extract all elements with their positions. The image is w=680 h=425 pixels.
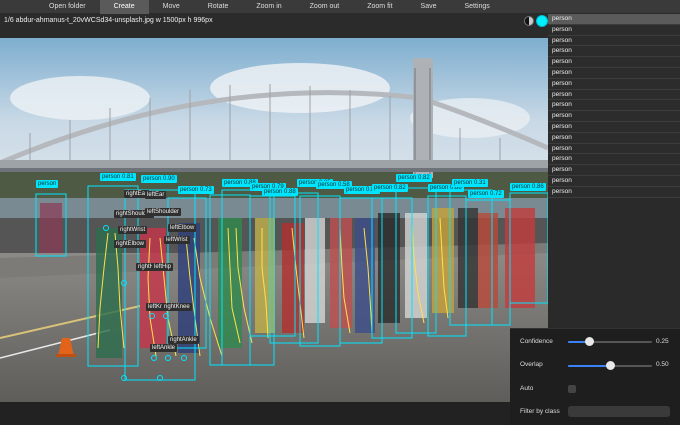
detection-label: person 0.72	[468, 190, 504, 198]
class-list-item[interactable]: person	[548, 121, 680, 133]
confidence-label: Confidence	[520, 338, 553, 345]
class-list-item[interactable]: person	[548, 57, 680, 68]
contrast-icon[interactable]	[524, 16, 534, 26]
detection-label: person 0.86	[510, 183, 546, 191]
keypoint-label: rightWrist	[118, 226, 148, 234]
class-list-item[interactable]: person	[548, 46, 680, 58]
detection-label: person 0.31	[452, 179, 488, 187]
label-color-icon[interactable]	[536, 15, 548, 27]
detection-controls-panel: Confidence 0.25 Overlap 0.50 Auto Filter…	[510, 328, 680, 425]
file-name-label: 1/6 abdur-ahmanus-t_20vWCSd34-unsplash.j…	[4, 17, 213, 24]
class-list-item[interactable]: person	[548, 78, 680, 90]
class-list-item[interactable]: person	[548, 24, 680, 36]
class-list-item[interactable]: person	[548, 175, 680, 187]
detection-label: person 0.73	[178, 186, 214, 194]
auto-label: Auto	[520, 385, 534, 392]
keypoint-label: rightAnkle	[168, 336, 199, 344]
rotate-button[interactable]: Rotate	[194, 0, 243, 14]
class-list-item[interactable]: person	[548, 100, 680, 112]
settings-button[interactable]: Settings	[451, 0, 504, 14]
class-list-item[interactable]: person	[548, 132, 680, 144]
detection-label: person 0.82	[372, 184, 408, 192]
auto-checkbox[interactable]	[568, 385, 576, 393]
filter-by-class-input[interactable]	[568, 406, 670, 417]
zoom-in-button[interactable]: Zoom in	[242, 0, 295, 14]
class-list-item[interactable]: person	[548, 89, 680, 101]
confidence-slider[interactable]	[568, 337, 652, 346]
overlap-slider-fill	[568, 365, 610, 367]
class-list-item[interactable]: person	[548, 154, 680, 166]
toolbar: Open folder Create Move Rotate Zoom in Z…	[0, 0, 680, 14]
keypoint-label: rightElbow	[114, 240, 147, 248]
overlap-label: Overlap	[520, 361, 543, 368]
class-list-item[interactable]: person	[548, 186, 680, 198]
class-list-item[interactable]: person	[548, 165, 680, 176]
confidence-slider-thumb[interactable]	[584, 337, 594, 346]
class-list-item[interactable]: person	[548, 143, 680, 155]
keypoint-label: rightKnee	[162, 303, 192, 311]
photo-canvas	[0, 38, 548, 402]
class-list-item[interactable]: person	[548, 111, 680, 122]
overlap-value: 0.50	[656, 361, 669, 368]
move-button[interactable]: Move	[149, 0, 194, 14]
status-bar	[0, 402, 548, 425]
class-list: person person person person person person pers…	[548, 14, 680, 198]
detection-label: person	[36, 180, 59, 188]
image-viewer[interactable]: person person 0.81 person 0.90 person 0.73 p…	[0, 38, 548, 402]
keypoint-label: leftElbow	[168, 224, 197, 232]
filter-by-class-label: Filter by class	[520, 408, 560, 415]
detection-label: person 0.90	[141, 175, 177, 183]
class-list-item[interactable]: person	[548, 35, 680, 47]
keypoint-label: leftShoulder	[145, 208, 182, 216]
keypoint-label: leftEar	[145, 191, 167, 199]
keypoint-label: leftWrist	[164, 236, 190, 244]
detection-label: person 0.81	[100, 173, 136, 181]
create-button[interactable]: Create	[99, 0, 149, 14]
detection-label: person 0.82	[396, 174, 432, 182]
overlap-slider[interactable]	[568, 361, 652, 370]
class-list-item[interactable]: person	[548, 14, 680, 25]
detection-label: person 0.88	[262, 188, 298, 196]
confidence-value: 0.25	[656, 338, 669, 345]
save-button[interactable]: Save	[407, 0, 451, 14]
open-folder-button[interactable]: Open folder	[35, 0, 100, 14]
zoom-fit-button[interactable]: Zoom fit	[353, 0, 406, 14]
file-info-bar: 1/6 abdur-ahmanus-t_20vWCSd34-unsplash.j…	[0, 14, 548, 38]
zoom-out-button[interactable]: Zoom out	[296, 0, 354, 14]
keypoint-label: leftAnkle	[150, 344, 178, 352]
overlap-slider-thumb[interactable]	[605, 361, 615, 370]
class-list-item[interactable]: person	[548, 67, 680, 79]
keypoint-label: leftHip	[152, 263, 174, 271]
